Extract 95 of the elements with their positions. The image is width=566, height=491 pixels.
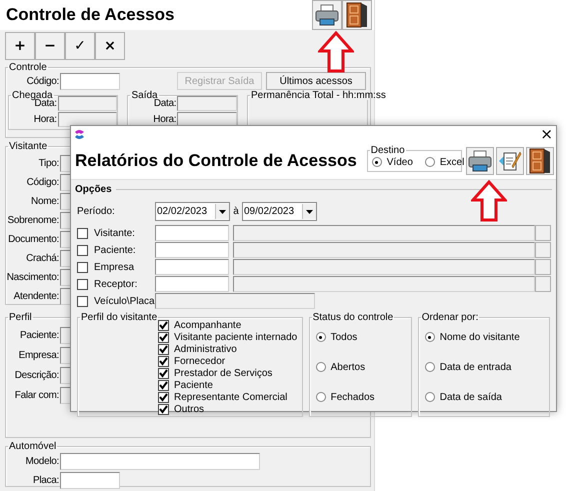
field-label: Empresa: <box>18 350 59 361</box>
group-title: Visitante <box>8 141 48 152</box>
radio-option[interactable]: Nome do visitante <box>424 331 549 343</box>
filter-checkbox[interactable]: Paciente: <box>75 244 155 256</box>
print-button[interactable] <box>466 147 494 175</box>
field-label: Sobrenome: <box>6 214 59 226</box>
radio-option[interactable]: Data de entrada <box>424 361 549 373</box>
toolbar-button[interactable]: ✓ <box>65 32 95 60</box>
annotation-arrow <box>318 31 354 73</box>
input-field[interactable] <box>155 293 315 309</box>
group-title: Perfil do visitante <box>80 312 158 323</box>
printer-icon <box>468 150 492 172</box>
radio-option[interactable]: Excel <box>424 156 464 168</box>
group-title: Permanência Total - hh:mm:ss <box>250 91 387 100</box>
report-button[interactable] <box>496 147 524 175</box>
field-label: Nome: <box>30 196 59 206</box>
radio-option[interactable]: Fechados <box>316 391 411 403</box>
field-label: Código: <box>26 176 59 188</box>
date-picker[interactable]: 09/02/2023 <box>242 202 317 221</box>
filter-checkbox[interactable]: Receptor: <box>75 278 155 290</box>
profile-checkbox[interactable]: Acompanhante <box>158 319 302 331</box>
field-label: Período: <box>76 206 116 217</box>
lookup-button[interactable] <box>535 276 551 292</box>
field-label: Placa: <box>32 474 59 486</box>
input-field[interactable] <box>60 472 120 488</box>
toolbar-button[interactable]: × <box>95 32 125 60</box>
filter-checkbox[interactable]: Visitante: <box>75 228 155 238</box>
date-picker[interactable]: 02/02/2023 <box>155 202 230 221</box>
input-field[interactable] <box>177 96 237 111</box>
lookup-button[interactable] <box>535 225 551 241</box>
name-field[interactable] <box>233 259 535 275</box>
action-button[interactable]: Últimos acessos <box>266 72 366 90</box>
profile-checkbox[interactable]: Paciente <box>158 379 302 391</box>
name-field[interactable] <box>233 225 535 241</box>
input-field[interactable] <box>58 96 118 111</box>
group-title: Controle <box>8 62 48 73</box>
lookup-button[interactable] <box>535 259 551 275</box>
radio-option[interactable]: Todos <box>316 331 411 343</box>
field-label: Tipo: <box>38 158 59 168</box>
printer-icon <box>315 4 339 26</box>
group-title: Perfil <box>8 312 33 323</box>
door-icon <box>529 148 552 174</box>
radio-option[interactable]: Vídeo <box>372 156 413 168</box>
code-field[interactable] <box>155 276 229 292</box>
code-field[interactable] <box>155 225 229 241</box>
exit-button[interactable] <box>526 147 554 175</box>
group-title: Chegada <box>11 91 53 100</box>
toolbar-button[interactable]: − <box>35 32 65 60</box>
door-icon <box>346 2 368 28</box>
filter-checkbox[interactable]: Empresa <box>75 262 155 272</box>
radio-option[interactable]: Abertos <box>316 361 411 373</box>
input-field[interactable] <box>60 452 260 470</box>
profile-checkbox[interactable]: Visitante paciente internado <box>158 331 302 343</box>
filter-checkbox[interactable]: Veículo\Placa: <box>75 296 155 306</box>
profile-checkbox[interactable]: Administrativo <box>158 343 302 355</box>
dropdown-icon <box>306 210 313 214</box>
app-logo-icon <box>74 129 85 140</box>
field-label: Paciente: <box>19 330 59 341</box>
field-label: Crachá: <box>25 252 59 264</box>
group-title: Ordenar por: <box>420 312 480 323</box>
dialog-title: Relatórios do Controle de Acessos <box>75 151 358 171</box>
profile-checkbox[interactable]: Fornecedor <box>158 355 302 367</box>
field-label: Data: <box>154 98 176 109</box>
field-label: Hora: <box>152 114 176 125</box>
clipboard-pencil-icon <box>498 149 522 173</box>
separator-label: à <box>232 206 240 217</box>
field-label: Documento: <box>7 234 59 244</box>
field-label: Descrição: <box>14 370 59 381</box>
field-label: Código: <box>26 76 59 86</box>
group-title: Status do controle <box>312 312 394 323</box>
toolbar-button[interactable]: + <box>5 32 35 60</box>
profile-checkbox[interactable]: Prestador de Serviços <box>158 367 302 379</box>
window-title: Controle de Acessos <box>6 5 176 25</box>
field-label: Atendente: <box>12 290 59 302</box>
field-label: Hora: <box>32 114 57 125</box>
section-title: Opções <box>75 184 112 194</box>
print-button[interactable] <box>312 0 342 30</box>
lookup-button[interactable] <box>535 242 551 258</box>
profile-checkbox[interactable]: Outros <box>158 403 302 415</box>
field-label: Modelo: <box>24 456 59 466</box>
field-label: Falar com: <box>14 390 59 401</box>
input-field[interactable] <box>58 112 118 127</box>
profile-checkbox[interactable]: Representante Comercial <box>158 391 302 403</box>
name-field[interactable] <box>233 276 535 292</box>
close-button[interactable]: × <box>540 127 553 142</box>
group-title: Saída <box>130 91 158 100</box>
group-title: Destino <box>370 144 406 156</box>
code-field[interactable] <box>155 259 229 275</box>
radio-option[interactable]: Data de saída <box>424 391 549 403</box>
field-label: Nascimento: <box>6 272 59 282</box>
name-field[interactable] <box>233 242 535 258</box>
input-field[interactable] <box>60 72 120 90</box>
group-title: Automóvel <box>8 441 58 452</box>
code-field[interactable] <box>155 242 229 258</box>
exit-button[interactable] <box>342 0 372 30</box>
